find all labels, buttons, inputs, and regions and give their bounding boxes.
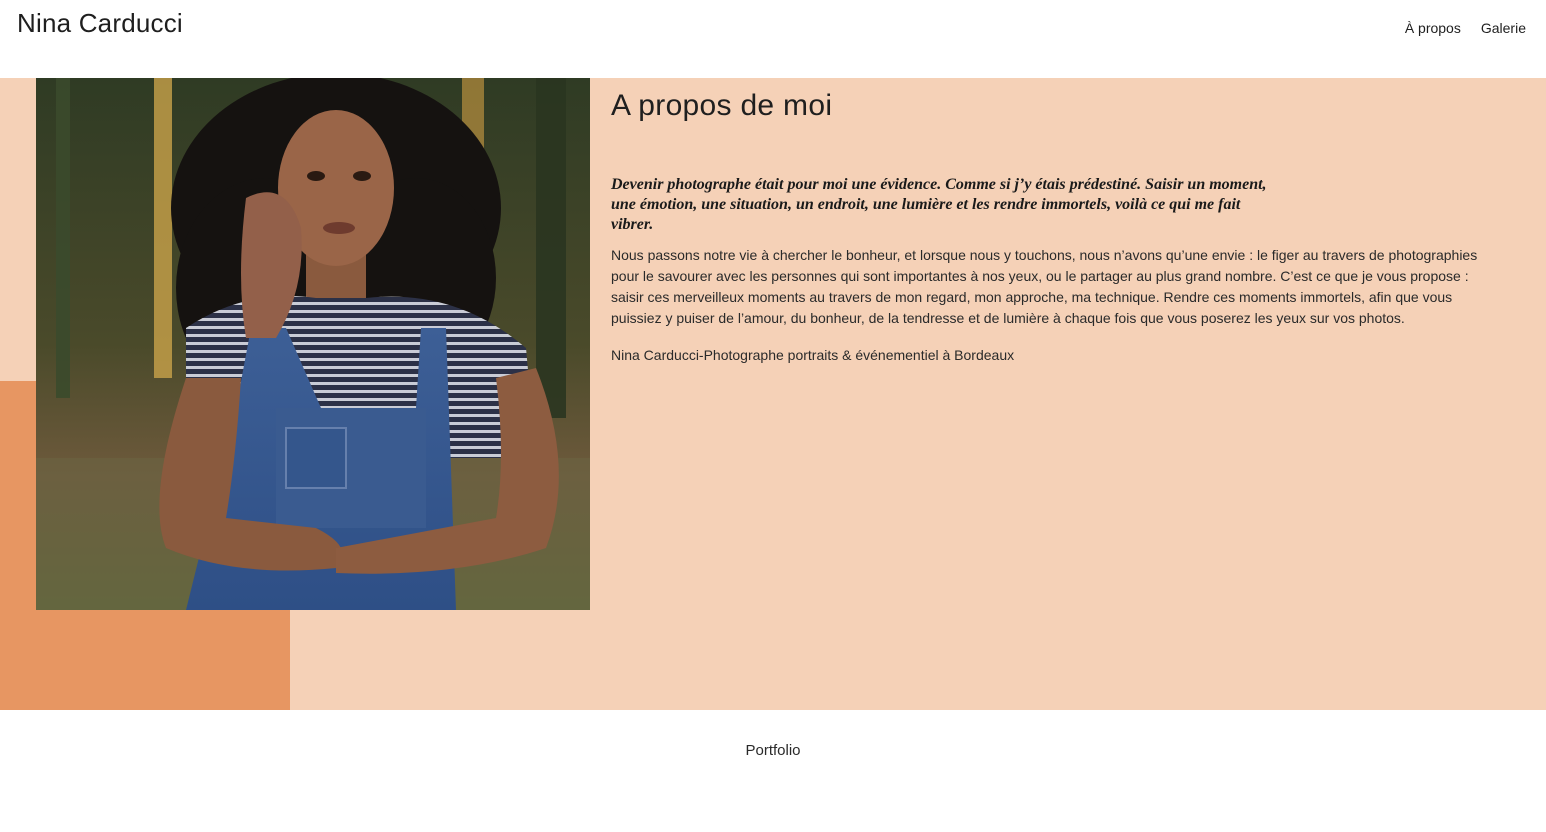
brand-name[interactable]: Nina Carducci <box>17 8 183 39</box>
site-header: Nina Carducci À propos Galerie <box>0 0 1546 78</box>
about-title: A propos de moi <box>611 89 833 122</box>
portrait-photo <box>36 78 590 610</box>
about-body: Nous passons notre vie à chercher le bon… <box>611 247 1478 326</box>
about-quote: Devenir photographe était pour moi une é… <box>611 176 1267 233</box>
about-signature: Nina Carducci-Photographe portraits & év… <box>611 347 1015 363</box>
about-section: A propos de moi Devenir photographe étai… <box>0 78 1546 710</box>
main-nav: À propos Galerie <box>1405 20 1526 36</box>
nav-link-about[interactable]: À propos <box>1405 20 1461 36</box>
footer-portfolio-label: Portfolio <box>745 742 801 759</box>
about-content: A propos de moi Devenir photographe étai… <box>611 78 1491 366</box>
site-footer: Portfolio <box>0 710 1546 832</box>
nav-link-gallery[interactable]: Galerie <box>1481 20 1526 36</box>
